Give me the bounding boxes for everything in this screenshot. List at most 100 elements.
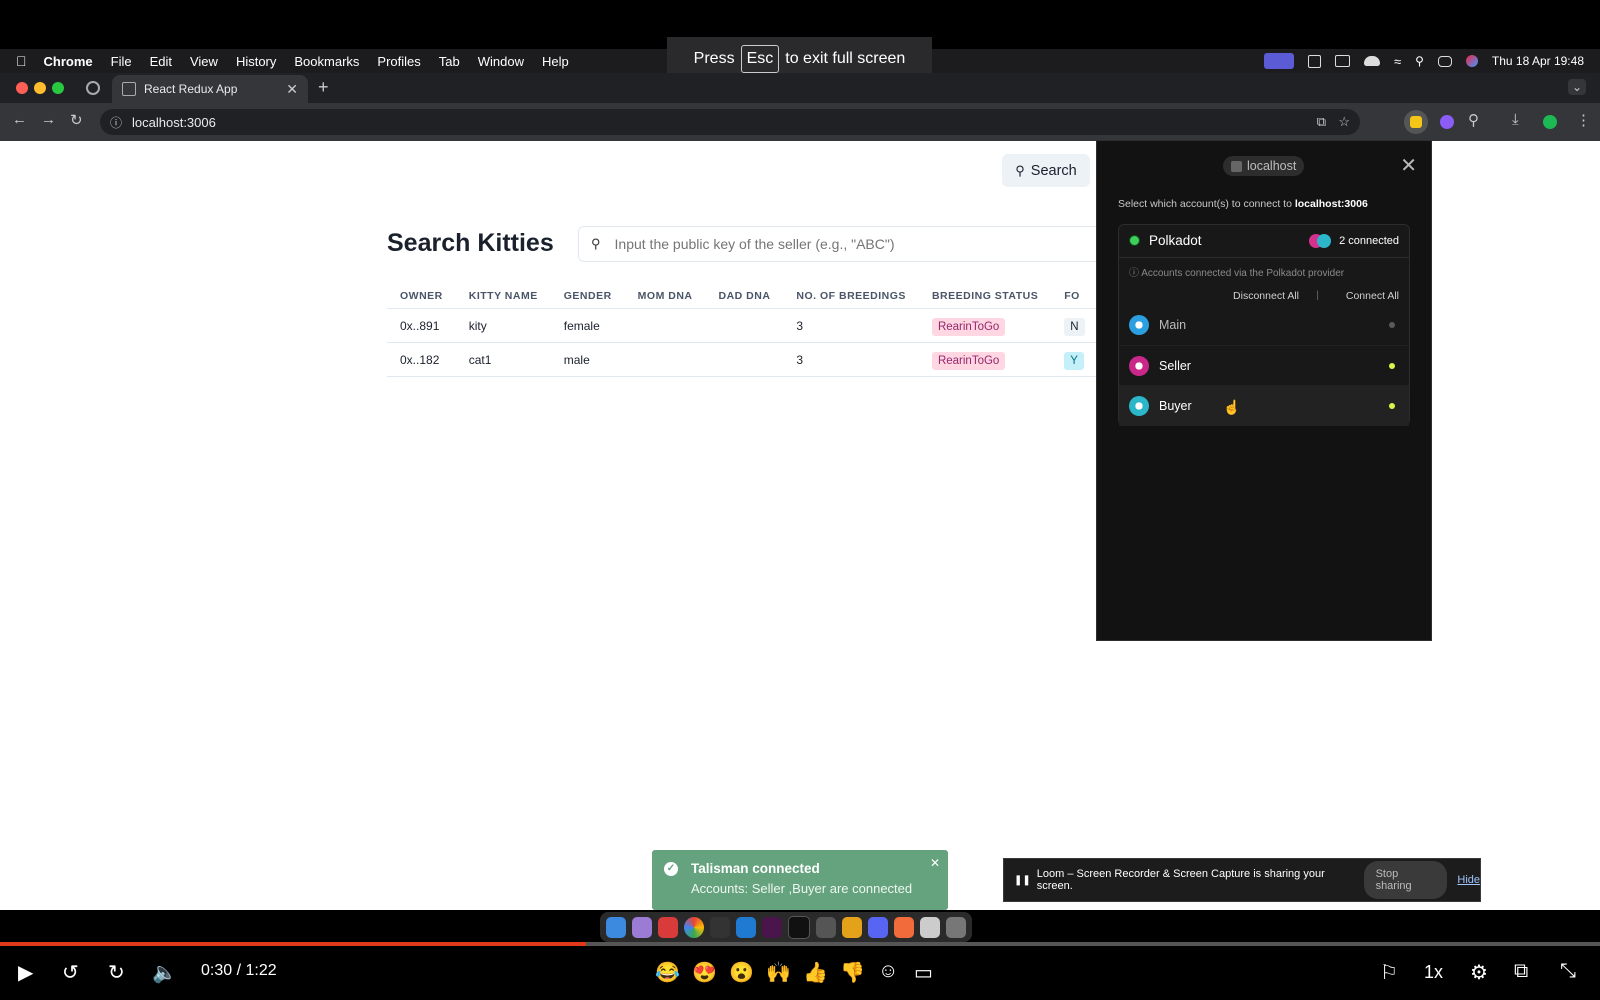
- terminal-icon[interactable]: [788, 915, 810, 939]
- volume-icon[interactable]: 🔈: [152, 960, 177, 985]
- chrome-icon[interactable]: [684, 916, 704, 938]
- tab-search-icon[interactable]: ⌄: [1567, 79, 1586, 95]
- settings-gear-icon[interactable]: ⚙: [1470, 960, 1488, 985]
- close-window-button[interactable]: [16, 82, 28, 94]
- profile-avatar[interactable]: [1543, 115, 1557, 129]
- slack-icon[interactable]: [762, 916, 782, 938]
- play-icon[interactable]: ▶: [18, 960, 33, 985]
- reaction-thumbs-up-icon[interactable]: 👍: [803, 960, 828, 985]
- forward-icon[interactable]: →: [41, 111, 56, 128]
- fullscreen-window-button[interactable]: [52, 82, 64, 94]
- select-site: localhost:3006: [1294, 198, 1368, 210]
- app-menu-chrome[interactable]: Chrome: [35, 54, 102, 69]
- address-bar[interactable]: ⓘ localhost:3006 ⧉ ☆: [100, 109, 1360, 135]
- reaction-heart-eyes-icon[interactable]: 😍: [692, 960, 717, 985]
- browser-tab[interactable]: React Redux App ✕: [112, 75, 308, 103]
- talisman-connect-popup: localhost ✕ Select which account(s) to c…: [1096, 140, 1432, 641]
- forward-5-icon[interactable]: ↻: [108, 960, 125, 985]
- menu-window[interactable]: Window: [469, 54, 533, 69]
- back-icon[interactable]: ←: [12, 111, 27, 128]
- new-tab-icon[interactable]: +: [318, 77, 329, 98]
- col-breedings: NO. OF BREEDINGS: [783, 284, 919, 309]
- account-row-main[interactable]: Main: [1119, 305, 1409, 345]
- account-row-buyer[interactable]: Buyer: [1119, 385, 1409, 426]
- discord-icon[interactable]: [868, 916, 888, 938]
- account-row-seller[interactable]: Seller: [1119, 345, 1409, 386]
- close-icon[interactable]: ✕: [1400, 153, 1417, 178]
- video-time: 0:30 / 1:22: [201, 962, 277, 979]
- apple-icon[interactable]: : [0, 53, 35, 69]
- connect-all-button[interactable]: Connect All: [1346, 290, 1399, 302]
- sublime-icon[interactable]: [842, 916, 862, 938]
- downloads-icon[interactable]: ⤓: [1512, 111, 1519, 128]
- notes-app-icon[interactable]: [710, 916, 730, 938]
- bookmark-icon[interactable]: ⚐: [1380, 960, 1398, 985]
- vscode-icon[interactable]: [736, 916, 756, 938]
- screen-share-icon[interactable]: [1263, 53, 1294, 69]
- search-button-label: Search: [1030, 162, 1077, 179]
- extension-icon[interactable]: [1440, 115, 1454, 129]
- trash-icon[interactable]: [946, 916, 966, 938]
- bookmark-star-icon[interactable]: ☆: [1338, 114, 1350, 130]
- chrome-menu-icon[interactable]: ⋮: [1576, 111, 1591, 129]
- toast-close-icon[interactable]: ✕: [930, 856, 940, 870]
- hand-cursor-icon: ☝: [1223, 399, 1241, 415]
- menu-view[interactable]: View: [181, 54, 227, 69]
- siri-icon[interactable]: [1465, 55, 1478, 67]
- menu-clock[interactable]: Thu 18 Apr 19:48: [1492, 54, 1584, 68]
- menu-bookmarks[interactable]: Bookmarks: [285, 54, 368, 69]
- table-row[interactable]: 0x..891 kity female 3 RearinToGo N: [387, 308, 1098, 343]
- reaction-laugh-icon[interactable]: 😂: [655, 960, 680, 985]
- tab-title: React Redux App: [144, 82, 238, 96]
- extensions-puzzle-icon[interactable]: ⚲: [1468, 111, 1479, 129]
- reaction-raised-hands-icon[interactable]: 🙌: [766, 960, 791, 985]
- menu-history[interactable]: History: [227, 54, 285, 69]
- esc-key: Esc: [740, 45, 780, 73]
- pause-icon[interactable]: ❚❚: [1014, 875, 1031, 886]
- exit-fullscreen-icon[interactable]: ⤡: [1560, 960, 1576, 983]
- launchpad-icon[interactable]: [632, 916, 652, 938]
- status-badge: RearinToGo: [931, 317, 1006, 336]
- playback-speed[interactable]: 1x: [1424, 962, 1443, 983]
- install-app-icon[interactable]: ⧉: [1317, 114, 1326, 130]
- finder-icon[interactable]: [606, 916, 626, 938]
- disconnect-all-button[interactable]: Disconnect All: [1233, 290, 1299, 302]
- search-button[interactable]: ⚲ Search: [1002, 154, 1090, 187]
- menu-edit[interactable]: Edit: [141, 54, 181, 69]
- accounts-panel: Polkadot 2 connected ⓘ Accounts connecte…: [1118, 224, 1410, 426]
- cell-breedings: 3: [783, 308, 919, 343]
- hide-button[interactable]: Hide: [1457, 874, 1480, 886]
- display-icon[interactable]: [1334, 55, 1350, 67]
- control-center-icon[interactable]: [1437, 55, 1452, 67]
- seller-key-input[interactable]: [612, 235, 1087, 253]
- preview-icon[interactable]: [920, 916, 940, 938]
- window-layout-icon[interactable]: [1307, 54, 1321, 68]
- menu-help[interactable]: Help: [533, 54, 578, 69]
- menu-profiles[interactable]: Profiles: [368, 54, 429, 69]
- rewind-5-icon[interactable]: ↺: [62, 960, 79, 985]
- wifi-icon[interactable]: ≈: [1394, 54, 1401, 69]
- stop-sharing-button[interactable]: Stop sharing: [1363, 861, 1448, 899]
- picture-in-picture-icon[interactable]: ⧉: [1514, 960, 1528, 983]
- pages-icon[interactable]: [894, 916, 914, 938]
- comment-icon[interactable]: ▭: [914, 960, 933, 985]
- reaction-thumbs-down-icon[interactable]: 👎: [840, 960, 865, 985]
- menu-tab[interactable]: Tab: [430, 54, 469, 69]
- cloud-icon[interactable]: [1363, 56, 1380, 66]
- cell-kitty-name: kity: [455, 308, 551, 343]
- menu-file[interactable]: File: [102, 54, 141, 69]
- site-info-icon[interactable]: ⓘ: [110, 114, 122, 131]
- emoji-picker-icon[interactable]: ☺: [878, 960, 898, 983]
- tab-close-icon[interactable]: ✕: [286, 81, 298, 98]
- vivaldi-icon[interactable]: [658, 916, 678, 938]
- table-row[interactable]: 0x..182 cat1 male 3 RearinToGo Y: [387, 342, 1098, 377]
- address-url: localhost:3006: [132, 114, 216, 130]
- rr-app-icon[interactable]: [816, 916, 836, 938]
- minimize-window-button[interactable]: [34, 82, 46, 94]
- spotlight-search-icon[interactable]: ⚲: [1415, 54, 1424, 68]
- video-progress-bar[interactable]: [0, 942, 1600, 946]
- reload-icon[interactable]: ↻: [70, 111, 83, 129]
- extension-talisman-icon[interactable]: [1404, 110, 1428, 134]
- talisman-connected-toast: ✓ Talisman connected Accounts: Seller ,B…: [652, 850, 948, 910]
- reaction-surprised-icon[interactable]: 😮: [729, 960, 754, 985]
